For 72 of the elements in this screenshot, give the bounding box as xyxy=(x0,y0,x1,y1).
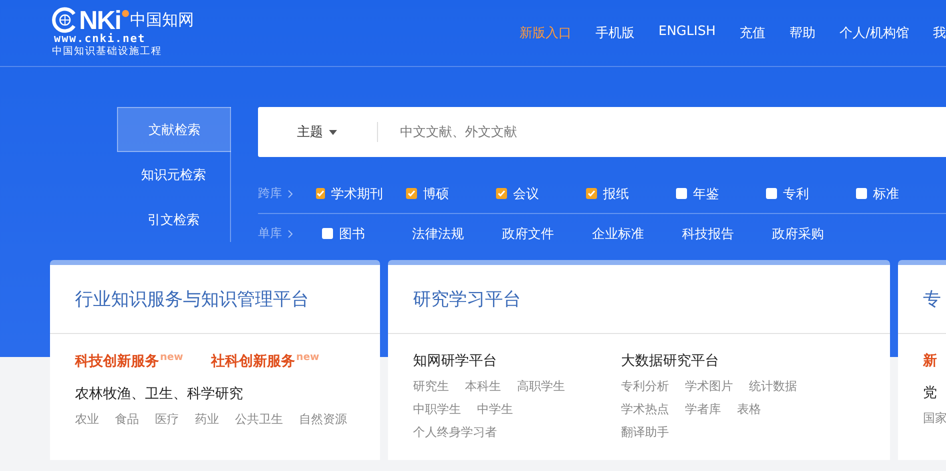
logo-slogan: 中国知识基础设施工程 xyxy=(52,45,163,59)
logo-name: 中国知网 xyxy=(130,9,194,31)
database-label[interactable]: 图书 xyxy=(339,224,365,242)
group-link[interactable]: 学术热点 xyxy=(621,401,669,418)
nav-link[interactable]: ENGLISH xyxy=(658,24,716,42)
database-group-label: 单库 xyxy=(258,225,282,242)
chevron-right-icon xyxy=(288,190,293,198)
group-link[interactable]: 中学生 xyxy=(477,401,513,418)
database-label[interactable]: 标准 xyxy=(873,184,899,202)
card-title: 行业知识服务与知识管理平台 xyxy=(50,265,380,334)
group-link[interactable]: 统计数据 xyxy=(749,378,797,395)
group-link[interactable]: 学术图片 xyxy=(685,378,733,395)
card-title: 研究学习平台 xyxy=(388,265,890,334)
database-link[interactable]: 政府文件 xyxy=(502,224,564,242)
checkbox[interactable] xyxy=(322,228,333,239)
database-label[interactable]: 报纸 xyxy=(603,184,629,202)
group-heading[interactable]: 知网研学平台 xyxy=(413,352,611,370)
group-link[interactable]: 学者库 xyxy=(685,401,721,418)
group-link[interactable]: 医疗 xyxy=(155,410,179,428)
field-select[interactable]: 主题 xyxy=(297,123,377,141)
database-label[interactable]: 会议 xyxy=(513,184,539,202)
group-link[interactable]: 公共卫生 xyxy=(235,410,283,428)
checkbox[interactable] xyxy=(496,188,507,199)
group-heading[interactable]: 党 xyxy=(923,384,946,402)
database-label[interactable]: 年鉴 xyxy=(693,184,719,202)
database-link[interactable]: 科技报告 xyxy=(682,224,744,242)
database-label[interactable]: 博硕 xyxy=(423,184,449,202)
database-group-label: 跨库 xyxy=(258,185,282,202)
database-label[interactable]: 专利 xyxy=(783,184,809,202)
search-tab[interactable]: 文献检索 xyxy=(117,107,231,152)
database-link[interactable]: 法律法规 xyxy=(412,224,474,242)
group-link[interactable]: 食品 xyxy=(115,410,139,428)
dot-icon xyxy=(122,10,129,16)
nav-link[interactable]: 我 xyxy=(933,24,946,42)
nav-link[interactable]: 手机版 xyxy=(595,24,634,42)
search-tab[interactable]: 知识元检索 xyxy=(117,152,230,197)
search-tab[interactable]: 引文检索 xyxy=(117,197,230,242)
checkbox[interactable] xyxy=(856,188,867,199)
checkbox[interactable] xyxy=(316,188,325,199)
chevron-right-icon xyxy=(288,230,293,238)
group-link[interactable]: 个人终身学习者 xyxy=(413,424,497,441)
group-link[interactable]: 药业 xyxy=(195,410,219,428)
group-link[interactable]: 自然资源 xyxy=(299,410,347,428)
group-link[interactable]: 中职学生 xyxy=(413,401,461,418)
service-link[interactable]: 新 xyxy=(923,352,937,370)
database-label[interactable]: 学术期刊 xyxy=(330,184,383,202)
group-link[interactable]: 高职学生 xyxy=(517,378,565,395)
group-link[interactable]: 本科生 xyxy=(465,378,501,395)
group-heading[interactable]: 农林牧渔、卫生、科学研究 xyxy=(75,384,347,403)
nav-link[interactable]: 充值 xyxy=(740,24,766,42)
service-link[interactable]: 社科创新服务$^{new}$ xyxy=(211,352,320,371)
search-field[interactable]: 主题 中文文献、外文文献 xyxy=(258,107,946,157)
checkbox[interactable] xyxy=(766,188,777,199)
database-link[interactable]: 政府采购 xyxy=(772,224,834,242)
database-link[interactable]: 企业标准 xyxy=(592,224,654,242)
nav-link[interactable]: 个人/机构馆 xyxy=(840,24,909,42)
group-link[interactable]: 农业 xyxy=(75,410,99,428)
nav-link[interactable]: 帮助 xyxy=(790,24,816,42)
checkbox[interactable] xyxy=(586,188,597,199)
logo-wordmark: NKi xyxy=(79,7,121,33)
group-link[interactable]: 表格 xyxy=(737,401,761,418)
checkbox[interactable] xyxy=(676,188,687,199)
logo-url: www.cnki.net xyxy=(54,33,146,45)
group-link[interactable]: 翻译助手 xyxy=(621,424,669,441)
globe-logo-icon xyxy=(52,7,78,33)
group-link[interactable]: 研究生 xyxy=(413,378,449,395)
service-link[interactable]: 科技创新服务$^{new}$ xyxy=(75,352,184,371)
group-link[interactable]: 专利分析 xyxy=(621,378,669,395)
checkbox[interactable] xyxy=(406,188,417,199)
group-heading[interactable]: 大数据研究平台 xyxy=(621,352,819,370)
card-title: 专 xyxy=(898,265,946,334)
caret-icon xyxy=(329,130,337,134)
